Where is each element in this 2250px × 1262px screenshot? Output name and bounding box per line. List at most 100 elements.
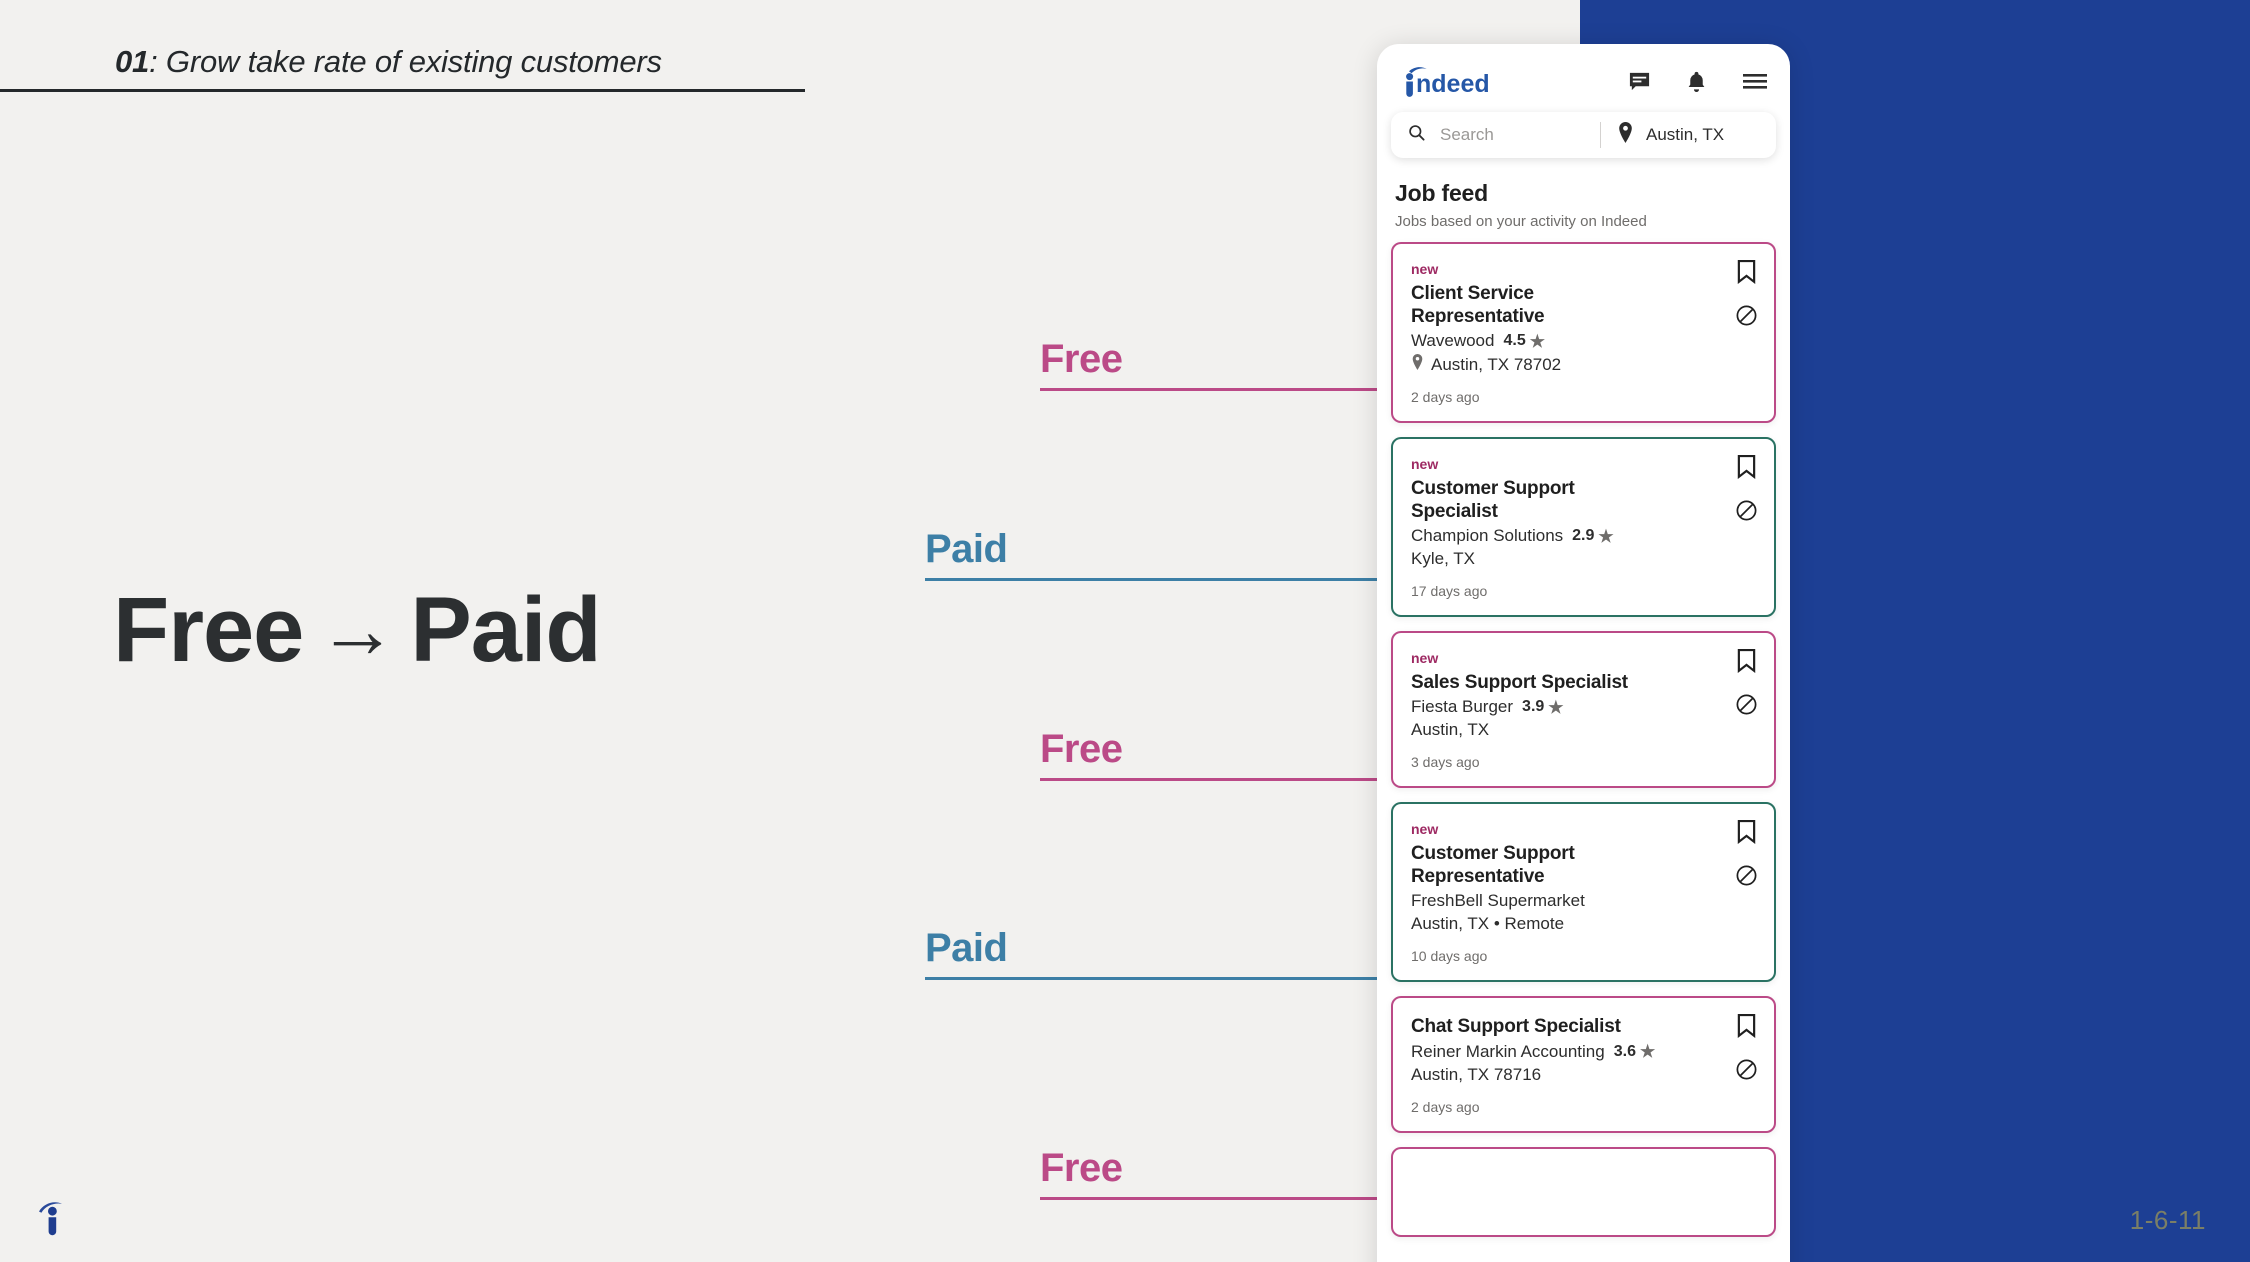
callout-label: Free: [1040, 727, 1123, 771]
job-company: FreshBell Supermarket: [1411, 891, 1756, 911]
feed-subtitle: Jobs based on your activity on Indeed: [1395, 213, 1647, 230]
app-top-bar: ndeed: [1377, 44, 1790, 100]
job-card[interactable]: new Sales Support Specialist Fiesta Burger…: [1391, 631, 1776, 789]
job-location-text: Austin, TX 78702: [1431, 354, 1562, 374]
job-posted-date: 2 days ago: [1411, 389, 1480, 406]
block-icon[interactable]: [1735, 693, 1758, 721]
slide-canvas: 01: Grow take rate of existing customers…: [0, 0, 2250, 1262]
job-location: Austin, TX: [1411, 720, 1756, 740]
block-icon[interactable]: [1735, 864, 1758, 892]
job-location-text: Austin, TX: [1411, 720, 1490, 740]
map-pin-icon: [1411, 354, 1424, 375]
card-actions: [1735, 260, 1758, 332]
job-title[interactable]: Customer Support Representative: [1411, 842, 1663, 888]
job-company: Champion Solutions 2.9 ★: [1411, 526, 1756, 546]
header-title: 01: Grow take rate of existing customers: [0, 44, 805, 80]
card-actions: [1735, 820, 1758, 892]
job-card[interactable]: new Client Service Representative Wavewood…: [1391, 242, 1776, 424]
indeed-logo: ndeed: [1397, 65, 1501, 97]
job-location: Austin, TX • Remote: [1411, 914, 1756, 934]
header-title-text: : Grow take rate of existing customers: [149, 44, 662, 79]
job-title[interactable]: Client Service Representative: [1411, 282, 1663, 328]
search-placeholder: Search: [1440, 125, 1494, 144]
bookmark-icon[interactable]: [1736, 455, 1757, 484]
job-location-text: Austin, TX 78716: [1411, 1064, 1542, 1084]
phone-mockup: ndeed Search Austin, TX Job feed Jobs ba…: [1377, 44, 1790, 1262]
chat-icon[interactable]: [1628, 70, 1651, 93]
company-name: Reiner Markin Accounting: [1411, 1041, 1605, 1061]
bell-icon[interactable]: [1685, 70, 1708, 93]
top-bar-icons: [1628, 70, 1770, 93]
new-badge: new: [1411, 456, 1439, 473]
star-icon: ★: [1529, 331, 1545, 351]
feed-title: Job feed: [1395, 180, 1488, 206]
headline-free: Free: [113, 579, 304, 681]
company-rating: 3.6 ★: [1613, 1042, 1656, 1062]
job-location: Kyle, TX: [1411, 549, 1756, 569]
search-bar[interactable]: Search Austin, TX: [1391, 112, 1776, 158]
indeed-mark-logo: [36, 1197, 70, 1242]
bookmark-icon[interactable]: [1736, 649, 1757, 678]
star-icon: ★: [1548, 697, 1564, 717]
hamburger-menu-icon[interactable]: [1742, 71, 1768, 91]
header-rule: [0, 89, 805, 92]
callout-label: Paid: [925, 527, 1008, 571]
job-location: Austin, TX 78716: [1411, 1065, 1756, 1085]
callout-line: [1040, 778, 1395, 781]
page-number: 1-6-11: [2129, 1205, 2206, 1235]
callout-label: Free: [1040, 337, 1123, 381]
job-posted-date: 10 days ago: [1411, 948, 1488, 965]
job-location-text: Austin, TX • Remote: [1411, 914, 1565, 934]
new-badge: new: [1411, 650, 1439, 667]
callout-label: Free: [1040, 1146, 1123, 1190]
job-location: Austin, TX 78702: [1411, 354, 1756, 375]
block-icon[interactable]: [1735, 499, 1758, 527]
callout-free-2: Free: [1040, 695, 1402, 786]
job-posted-date: 17 days ago: [1411, 583, 1488, 600]
search-input[interactable]: Search: [1391, 123, 1600, 147]
location-input[interactable]: Austin, TX: [1601, 122, 1776, 148]
job-title[interactable]: Sales Support Specialist: [1411, 671, 1663, 694]
callout-free-3: Free: [1040, 1114, 1402, 1205]
arrow-icon: →: [317, 585, 397, 674]
job-card[interactable]: Chat Support Specialist Reiner Markin Acc…: [1391, 996, 1776, 1133]
job-location-text: Kyle, TX: [1411, 549, 1475, 569]
callout-line: [1040, 388, 1395, 391]
job-company: Reiner Markin Accounting 3.6 ★: [1411, 1042, 1756, 1062]
callout-line: [1040, 1197, 1395, 1200]
company-name: FreshBell Supermarket: [1411, 891, 1585, 911]
star-icon: ★: [1639, 1042, 1656, 1062]
job-card[interactable]: new Customer Support Representative FreshB…: [1391, 802, 1776, 983]
job-company: Fiesta Burger 3.9 ★: [1411, 697, 1756, 717]
svg-text:ndeed: ndeed: [1416, 70, 1490, 97]
slide-header: 01: Grow take rate of existing customers: [0, 44, 805, 92]
callout-paid-1: Paid: [925, 495, 1402, 586]
company-rating: 4.5 ★: [1503, 331, 1545, 351]
job-posted-date: 2 days ago: [1411, 1098, 1480, 1115]
callout-free-1: Free: [1040, 305, 1402, 396]
job-card[interactable]: [1391, 1146, 1776, 1237]
feed-header: Job feed Jobs based on your activity on …: [1377, 158, 1790, 230]
new-badge: new: [1411, 261, 1439, 277]
job-title[interactable]: Chat Support Specialist: [1411, 1015, 1663, 1038]
card-actions: [1735, 1014, 1758, 1086]
callout-label: Paid: [925, 926, 1008, 970]
job-posted-date: 3 days ago: [1411, 754, 1480, 771]
block-icon[interactable]: [1735, 1058, 1758, 1086]
bookmark-icon[interactable]: [1736, 820, 1757, 849]
job-card[interactable]: new Customer Support Specialist Champion S…: [1391, 437, 1776, 618]
job-title[interactable]: Customer Support Specialist: [1411, 477, 1663, 523]
header-number: 01: [115, 44, 150, 79]
search-icon: [1407, 123, 1426, 147]
bookmark-icon[interactable]: [1736, 260, 1757, 289]
location-value: Austin, TX: [1646, 125, 1725, 144]
headline-paid: Paid: [410, 579, 601, 681]
bookmark-icon[interactable]: [1736, 1014, 1757, 1043]
block-icon[interactable]: [1735, 304, 1758, 332]
company-rating: 3.9 ★: [1522, 697, 1564, 717]
company-name: Champion Solutions: [1411, 526, 1564, 546]
page-title: Free → Paid: [113, 578, 602, 683]
callout-paid-2: Paid: [925, 894, 1402, 985]
card-actions: [1735, 649, 1758, 721]
star-icon: ★: [1598, 526, 1614, 546]
